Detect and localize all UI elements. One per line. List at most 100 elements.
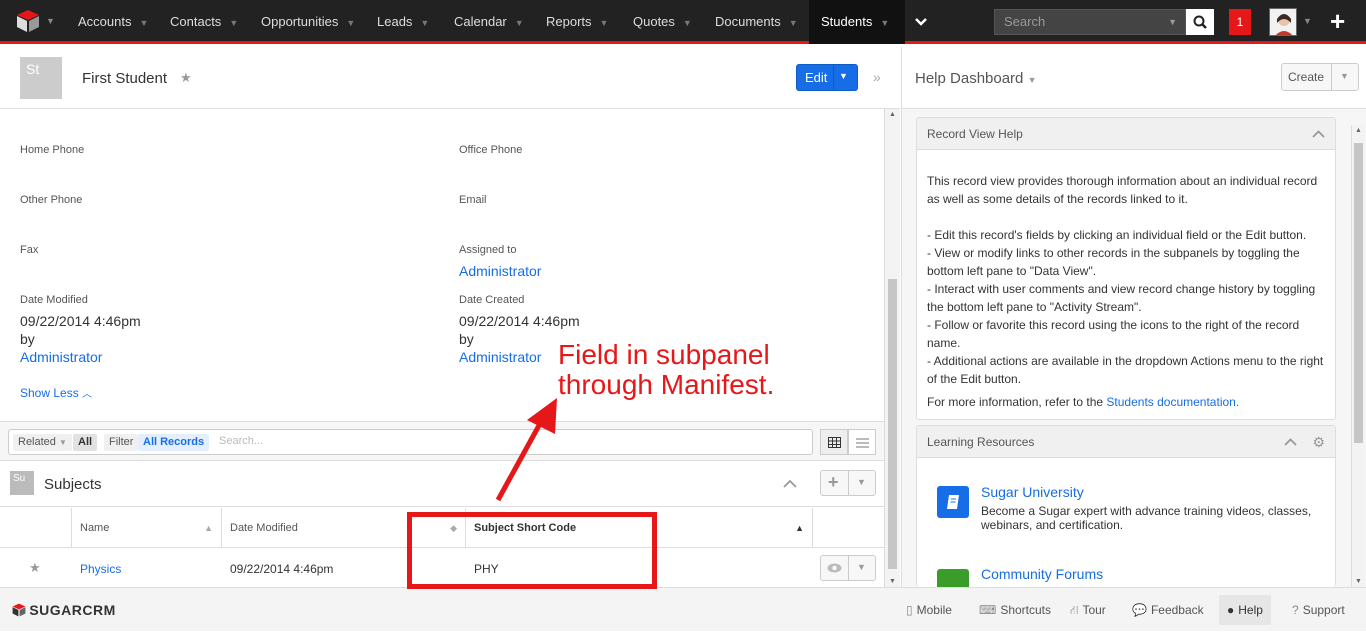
chevron-down-icon[interactable]: ▼ [346,18,355,28]
footer-mobile[interactable]: ▯ Mobile [906,588,952,632]
chevron-down-icon[interactable]: ▼ [1168,10,1177,34]
nav-item-accounts[interactable]: Accounts ▼ [66,0,148,44]
nav-item-calendar[interactable]: Calendar ▼ [442,0,524,44]
footer-help[interactable]: ● Help [1219,595,1271,625]
more-info-text: For more information, refer to the Stude… [927,393,1327,411]
button-divider [848,556,849,580]
column-label: Date Modified [230,522,298,534]
nav-item-quotes[interactable]: Quotes ▼ [621,0,692,44]
dashboard-header: Help Dashboard ▼ Create ▼ [902,47,1366,109]
row-actions-button-group[interactable]: ▼ [820,555,876,581]
sort-ascending-icon[interactable]: ▲ [795,508,804,548]
sidebar-scrollbar[interactable]: ▲ ▼ [1351,125,1365,587]
collapse-chevron-up-icon[interactable] [1284,438,1297,446]
chevron-down-icon[interactable]: ▼ [139,18,148,28]
chevron-down-icon[interactable]: ▼ [789,18,798,28]
user-avatar[interactable] [1269,8,1297,36]
subject-date-modified: 09/22/2014 4:46pm [230,562,334,576]
students-documentation-link[interactable]: Students documentation. [1106,395,1239,409]
chevron-down-icon[interactable]: ▼ [1340,71,1349,81]
chevron-down-icon[interactable]: ▼ [420,18,429,28]
main-scrollbar[interactable]: ▲ ▼ [884,109,900,587]
footer-item-label: Support [1302,603,1345,617]
footer-tour[interactable]: ⛙ Tour [1070,588,1106,632]
nav-item-students[interactable]: Students ▼ [809,0,905,44]
favorite-star-icon[interactable]: ★ [29,560,41,576]
related-all-pill[interactable]: All [73,434,98,451]
chevron-down-icon[interactable]: ▼ [857,477,866,487]
more-modules-chevron-icon[interactable] [914,17,928,27]
column-label: Name [80,522,110,534]
related-dropdown[interactable]: Related ▼ [13,434,72,451]
nav-item-label: Calendar [454,14,507,29]
collapse-chevron-up-icon[interactable] [783,479,797,488]
subject-name-link[interactable]: Physics [80,562,121,576]
footer-shortcuts[interactable]: ⌨ Shortcuts [979,588,1051,632]
activity-stream-toggle[interactable] [848,429,876,455]
filter-search-input[interactable]: Search... [219,435,263,447]
create-dashboard-button[interactable]: Create ▼ [1281,63,1359,91]
sugar-university-description: Become a Sugar expert with advance train… [981,504,1312,532]
date-created-value: 09/22/2014 4:46pm [459,313,580,329]
toggle-sidebar-double-chevron-icon[interactable]: » [873,69,881,85]
gear-icon[interactable]: ⚙ [1312,426,1325,458]
date-created-user-link[interactable]: Administrator [459,349,541,365]
favorite-star-icon[interactable]: ★ [180,70,192,86]
subpanel-title[interactable]: Subjects [44,476,102,493]
scroll-up-arrow-icon[interactable]: ▲ [1355,127,1362,134]
quick-create-plus-icon[interactable]: + [1330,8,1345,34]
community-forums-link[interactable]: Community Forums [981,566,1103,582]
footer-logo-text: SUGARCRM [29,602,116,618]
all-records-pill[interactable]: All Records [138,434,210,451]
subpanel-create-button-group[interactable]: + ▼ [820,470,876,496]
chevron-down-icon[interactable]: ▼ [46,16,55,26]
sugarcrm-cube-logo[interactable] [16,9,40,33]
scroll-down-arrow-icon[interactable]: ▼ [889,578,896,585]
column-header-name[interactable]: Name ▲ [71,508,221,548]
dashboard-title[interactable]: Help Dashboard ▼ [915,70,1037,87]
home-phone-label: Home Phone [20,144,85,156]
list-icon [856,438,869,448]
nav-item-opportunities[interactable]: Opportunities ▼ [249,0,355,44]
footer-feedback[interactable]: 💬 Feedback [1132,588,1204,632]
date-modified-user-link[interactable]: Administrator [20,349,102,365]
show-less-link[interactable]: Show Less ︿ [20,385,92,400]
footer-logo: SUGARCRM [12,602,116,618]
filter-box[interactable]: Related ▼ All Filter All Records Search.… [8,429,813,455]
record-name[interactable]: First Student [82,70,167,87]
global-search-input[interactable]: Search ▼ [994,9,1186,35]
data-view-toggle[interactable] [820,429,848,455]
chevron-down-icon[interactable]: ▼ [229,18,238,28]
nav-item-contacts[interactable]: Contacts ▼ [158,0,238,44]
nav-item-reports[interactable]: Reports ▼ [534,0,608,44]
scroll-up-arrow-icon[interactable]: ▲ [889,111,896,118]
collapse-chevron-up-icon[interactable] [1312,130,1325,138]
sort-icon[interactable]: ▲ [204,508,213,548]
assigned-to-link[interactable]: Administrator [459,263,541,279]
chevron-down-icon[interactable]: ▼ [1028,75,1037,85]
scroll-down-arrow-icon[interactable]: ▼ [1355,578,1362,585]
edit-button[interactable]: Edit ▼ [796,64,858,91]
chevron-down-icon[interactable]: ▼ [683,18,692,28]
nav-item-leads[interactable]: Leads ▼ [365,0,429,44]
date-created-label: Date Created [459,294,525,306]
chevron-down-icon[interactable]: ▼ [857,562,866,572]
subjects-subpanel-header[interactable]: Su Subjects + ▼ [0,461,884,507]
nav-item-documents[interactable]: Documents ▼ [703,0,798,44]
annotation-line: Field in subpanel [558,339,770,370]
search-button[interactable] [1186,9,1214,35]
preview-eye-icon[interactable] [827,563,842,573]
sugar-university-link[interactable]: Sugar University [981,484,1084,500]
speech-bubble-icon: 💬 [1132,603,1147,617]
footer-support[interactable]: ? Support [1292,588,1345,632]
chevron-down-icon[interactable]: ▼ [1303,16,1312,26]
actions-dropdown-chevron-icon[interactable]: ▼ [839,71,848,81]
scrollbar-thumb[interactable] [1354,143,1363,443]
chevron-down-icon[interactable]: ▼ [515,18,524,28]
chevron-down-icon[interactable]: ▼ [600,18,609,28]
plus-icon[interactable]: + [828,472,839,493]
scrollbar-thumb[interactable] [888,279,897,569]
chevron-down-icon[interactable]: ▼ [880,18,889,28]
notifications-badge[interactable]: 1 [1229,9,1251,35]
dashlet-header: Record View Help [917,118,1335,150]
